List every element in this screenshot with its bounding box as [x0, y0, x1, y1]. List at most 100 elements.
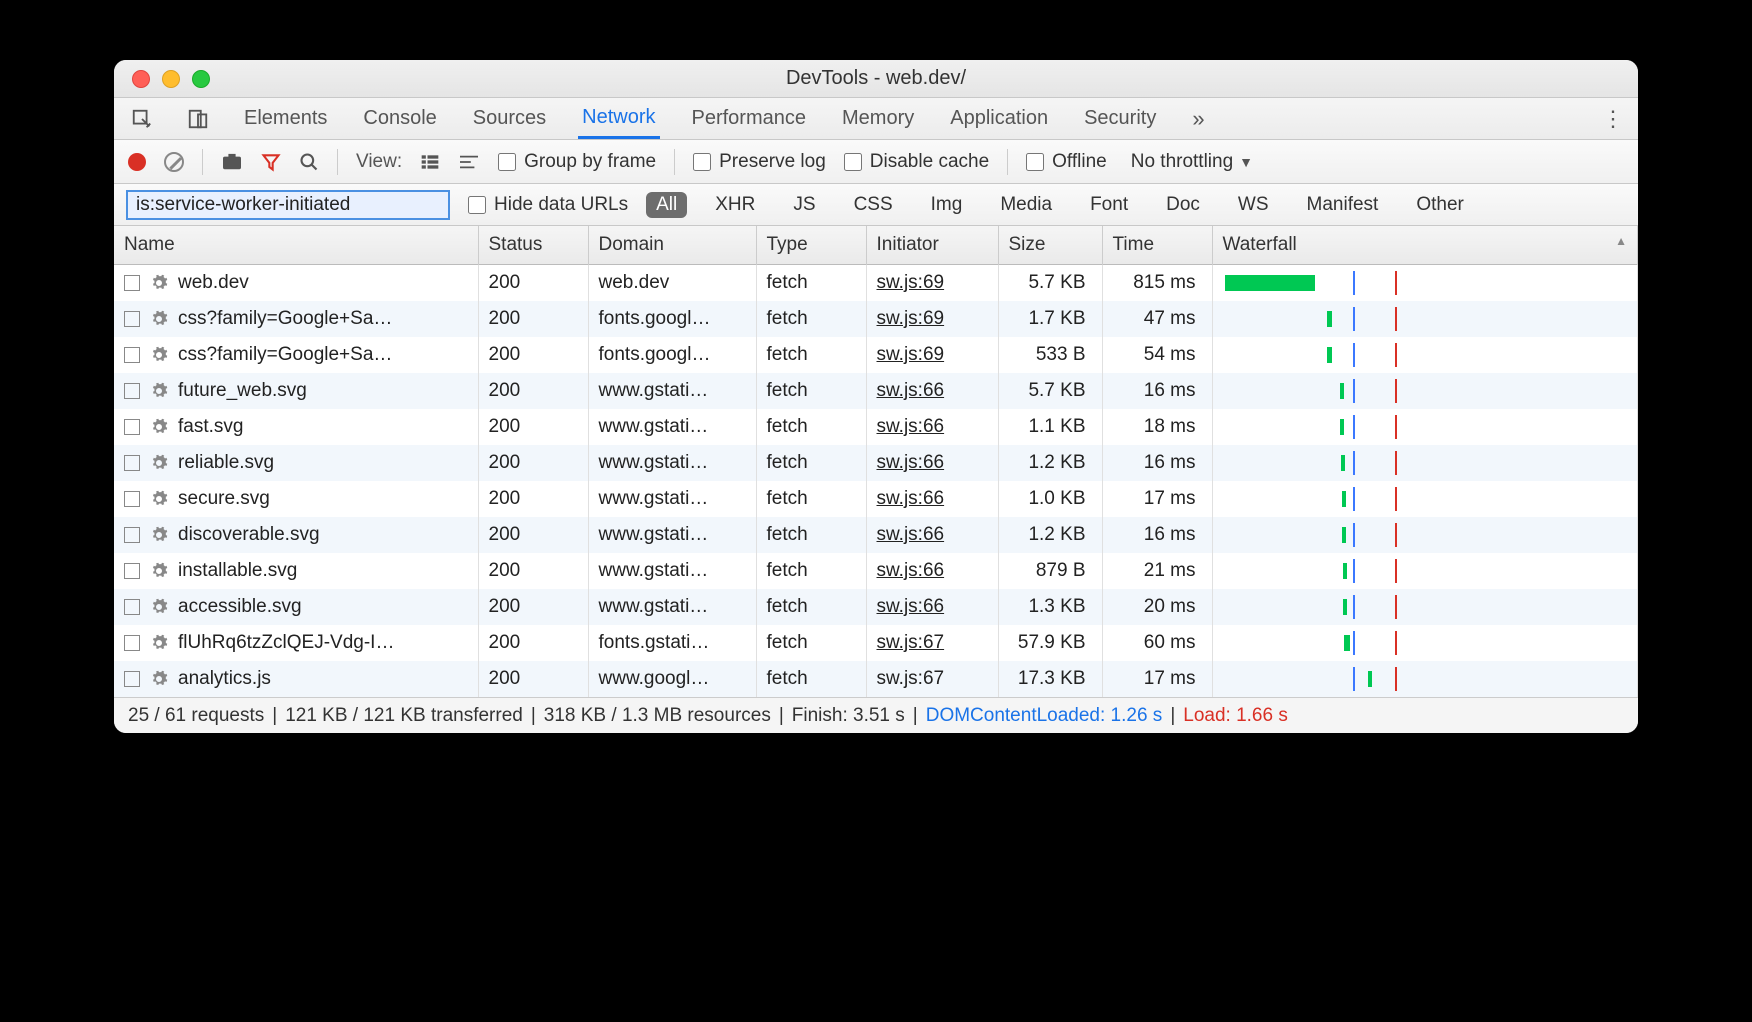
row-checkbox[interactable] — [124, 599, 140, 615]
device-toggle-icon[interactable] — [184, 108, 212, 130]
table-row[interactable]: accessible.svg200www.gstati…fetchsw.js:6… — [114, 589, 1638, 625]
initiator-link[interactable]: sw.js:69 — [877, 308, 945, 329]
table-row[interactable]: fast.svg200www.gstati…fetchsw.js:661.1 K… — [114, 409, 1638, 445]
filter-type-font[interactable]: Font — [1080, 192, 1138, 218]
cell-time: 815 ms — [1102, 265, 1212, 302]
filter-icon[interactable] — [261, 152, 281, 172]
filter-type-media[interactable]: Media — [990, 192, 1062, 218]
table-row[interactable]: web.dev200web.devfetchsw.js:695.7 KB815 … — [114, 265, 1638, 302]
clear-button[interactable] — [164, 152, 184, 172]
row-checkbox[interactable] — [124, 563, 140, 579]
tab-sources[interactable]: Sources — [469, 99, 550, 138]
table-row[interactable]: secure.svg200www.gstati…fetchsw.js:661.0… — [114, 481, 1638, 517]
cell-size: 1.2 KB — [998, 445, 1102, 481]
tab-security[interactable]: Security — [1080, 99, 1160, 138]
separator — [1007, 149, 1008, 175]
row-checkbox[interactable] — [124, 527, 140, 543]
initiator-link[interactable]: sw.js:66 — [877, 560, 945, 581]
tab-performance[interactable]: Performance — [688, 99, 811, 138]
row-checkbox[interactable] — [124, 347, 140, 363]
settings-menu-icon[interactable]: ⋮ — [1602, 106, 1624, 132]
disable-cache-checkbox[interactable]: Disable cache — [844, 151, 989, 173]
row-checkbox[interactable] — [124, 635, 140, 651]
row-checkbox[interactable] — [124, 491, 140, 507]
col-domain[interactable]: Domain — [588, 226, 756, 265]
table-row[interactable]: flUhRq6tzZclQEJ-Vdg-I…200fonts.gstati…fe… — [114, 625, 1638, 661]
initiator-link[interactable]: sw.js:69 — [877, 272, 945, 293]
tab-elements[interactable]: Elements — [240, 99, 331, 138]
table-row[interactable]: analytics.js200www.googl…fetchsw.js:6717… — [114, 661, 1638, 697]
col-type[interactable]: Type — [756, 226, 866, 265]
group-by-frame-checkbox[interactable]: Group by frame — [498, 151, 656, 173]
status-resources: 318 KB / 1.3 MB resources — [544, 705, 771, 727]
table-row[interactable]: discoverable.svg200www.gstati…fetchsw.js… — [114, 517, 1638, 553]
cell-domain: fonts.googl… — [588, 337, 756, 373]
filter-type-xhr[interactable]: XHR — [705, 192, 765, 218]
cell-size: 57.9 KB — [998, 625, 1102, 661]
row-checkbox[interactable] — [124, 671, 140, 687]
initiator-link[interactable]: sw.js:66 — [877, 596, 945, 617]
filter-input[interactable] — [126, 190, 450, 220]
cell-waterfall — [1212, 301, 1638, 337]
cell-time: 47 ms — [1102, 301, 1212, 337]
initiator-link[interactable]: sw.js:66 — [877, 524, 945, 545]
large-rows-icon[interactable] — [420, 153, 440, 171]
offline-checkbox[interactable]: Offline — [1026, 151, 1107, 173]
overview-icon[interactable] — [458, 153, 480, 171]
cell-time: 20 ms — [1102, 589, 1212, 625]
cell-status: 200 — [478, 337, 588, 373]
inspect-icon[interactable] — [128, 108, 156, 130]
row-checkbox[interactable] — [124, 311, 140, 327]
initiator-link[interactable]: sw.js:67 — [877, 632, 945, 653]
cell-initiator: sw.js:66 — [866, 481, 998, 517]
filter-type-ws[interactable]: WS — [1228, 192, 1279, 218]
cell-domain: www.gstati… — [588, 445, 756, 481]
capture-screenshots-icon[interactable] — [221, 153, 243, 171]
col-size[interactable]: Size — [998, 226, 1102, 265]
tab-application[interactable]: Application — [946, 99, 1052, 138]
throttling-select[interactable]: No throttling ▼ — [1131, 151, 1253, 173]
tab-memory[interactable]: Memory — [838, 99, 918, 138]
cell-time: 17 ms — [1102, 481, 1212, 517]
cell-type: fetch — [756, 445, 866, 481]
filter-type-doc[interactable]: Doc — [1156, 192, 1210, 218]
initiator-link[interactable]: sw.js:66 — [877, 380, 945, 401]
col-waterfall[interactable]: Waterfall — [1212, 226, 1638, 265]
cell-waterfall — [1212, 481, 1638, 517]
initiator-link[interactable]: sw.js:66 — [877, 488, 945, 509]
col-initiator[interactable]: Initiator — [866, 226, 998, 265]
search-icon[interactable] — [299, 152, 319, 172]
col-time[interactable]: Time — [1102, 226, 1212, 265]
row-checkbox[interactable] — [124, 455, 140, 471]
tab-network[interactable]: Network — [578, 98, 659, 139]
filter-type-js[interactable]: JS — [783, 192, 825, 218]
col-status[interactable]: Status — [478, 226, 588, 265]
row-checkbox[interactable] — [124, 383, 140, 399]
filter-type-all[interactable]: All — [646, 192, 687, 218]
cell-type: fetch — [756, 589, 866, 625]
table-row[interactable]: installable.svg200www.gstati…fetchsw.js:… — [114, 553, 1638, 589]
record-button[interactable] — [128, 153, 146, 171]
filter-type-img[interactable]: Img — [921, 192, 973, 218]
row-checkbox[interactable] — [124, 275, 140, 291]
table-row[interactable]: reliable.svg200www.gstati…fetchsw.js:661… — [114, 445, 1638, 481]
cell-status: 200 — [478, 301, 588, 337]
initiator-link[interactable]: sw.js:69 — [877, 344, 945, 365]
cell-waterfall — [1212, 445, 1638, 481]
filter-type-manifest[interactable]: Manifest — [1297, 192, 1389, 218]
filter-type-other[interactable]: Other — [1406, 192, 1474, 218]
table-row[interactable]: future_web.svg200www.gstati…fetchsw.js:6… — [114, 373, 1638, 409]
titlebar: DevTools - web.dev/ — [114, 60, 1638, 98]
initiator-link[interactable]: sw.js:66 — [877, 416, 945, 437]
preserve-log-checkbox[interactable]: Preserve log — [693, 151, 826, 173]
initiator-link[interactable]: sw.js:66 — [877, 452, 945, 473]
filter-type-css[interactable]: CSS — [844, 192, 903, 218]
row-checkbox[interactable] — [124, 419, 140, 435]
more-tabs-icon[interactable]: » — [1192, 106, 1204, 132]
table-row[interactable]: css?family=Google+Sa…200fonts.googl…fetc… — [114, 337, 1638, 373]
hide-data-urls-checkbox[interactable]: Hide data URLs — [468, 194, 628, 216]
tab-console[interactable]: Console — [359, 99, 440, 138]
cell-initiator: sw.js:69 — [866, 337, 998, 373]
table-row[interactable]: css?family=Google+Sa…200fonts.googl…fetc… — [114, 301, 1638, 337]
col-name[interactable]: Name — [114, 226, 478, 265]
